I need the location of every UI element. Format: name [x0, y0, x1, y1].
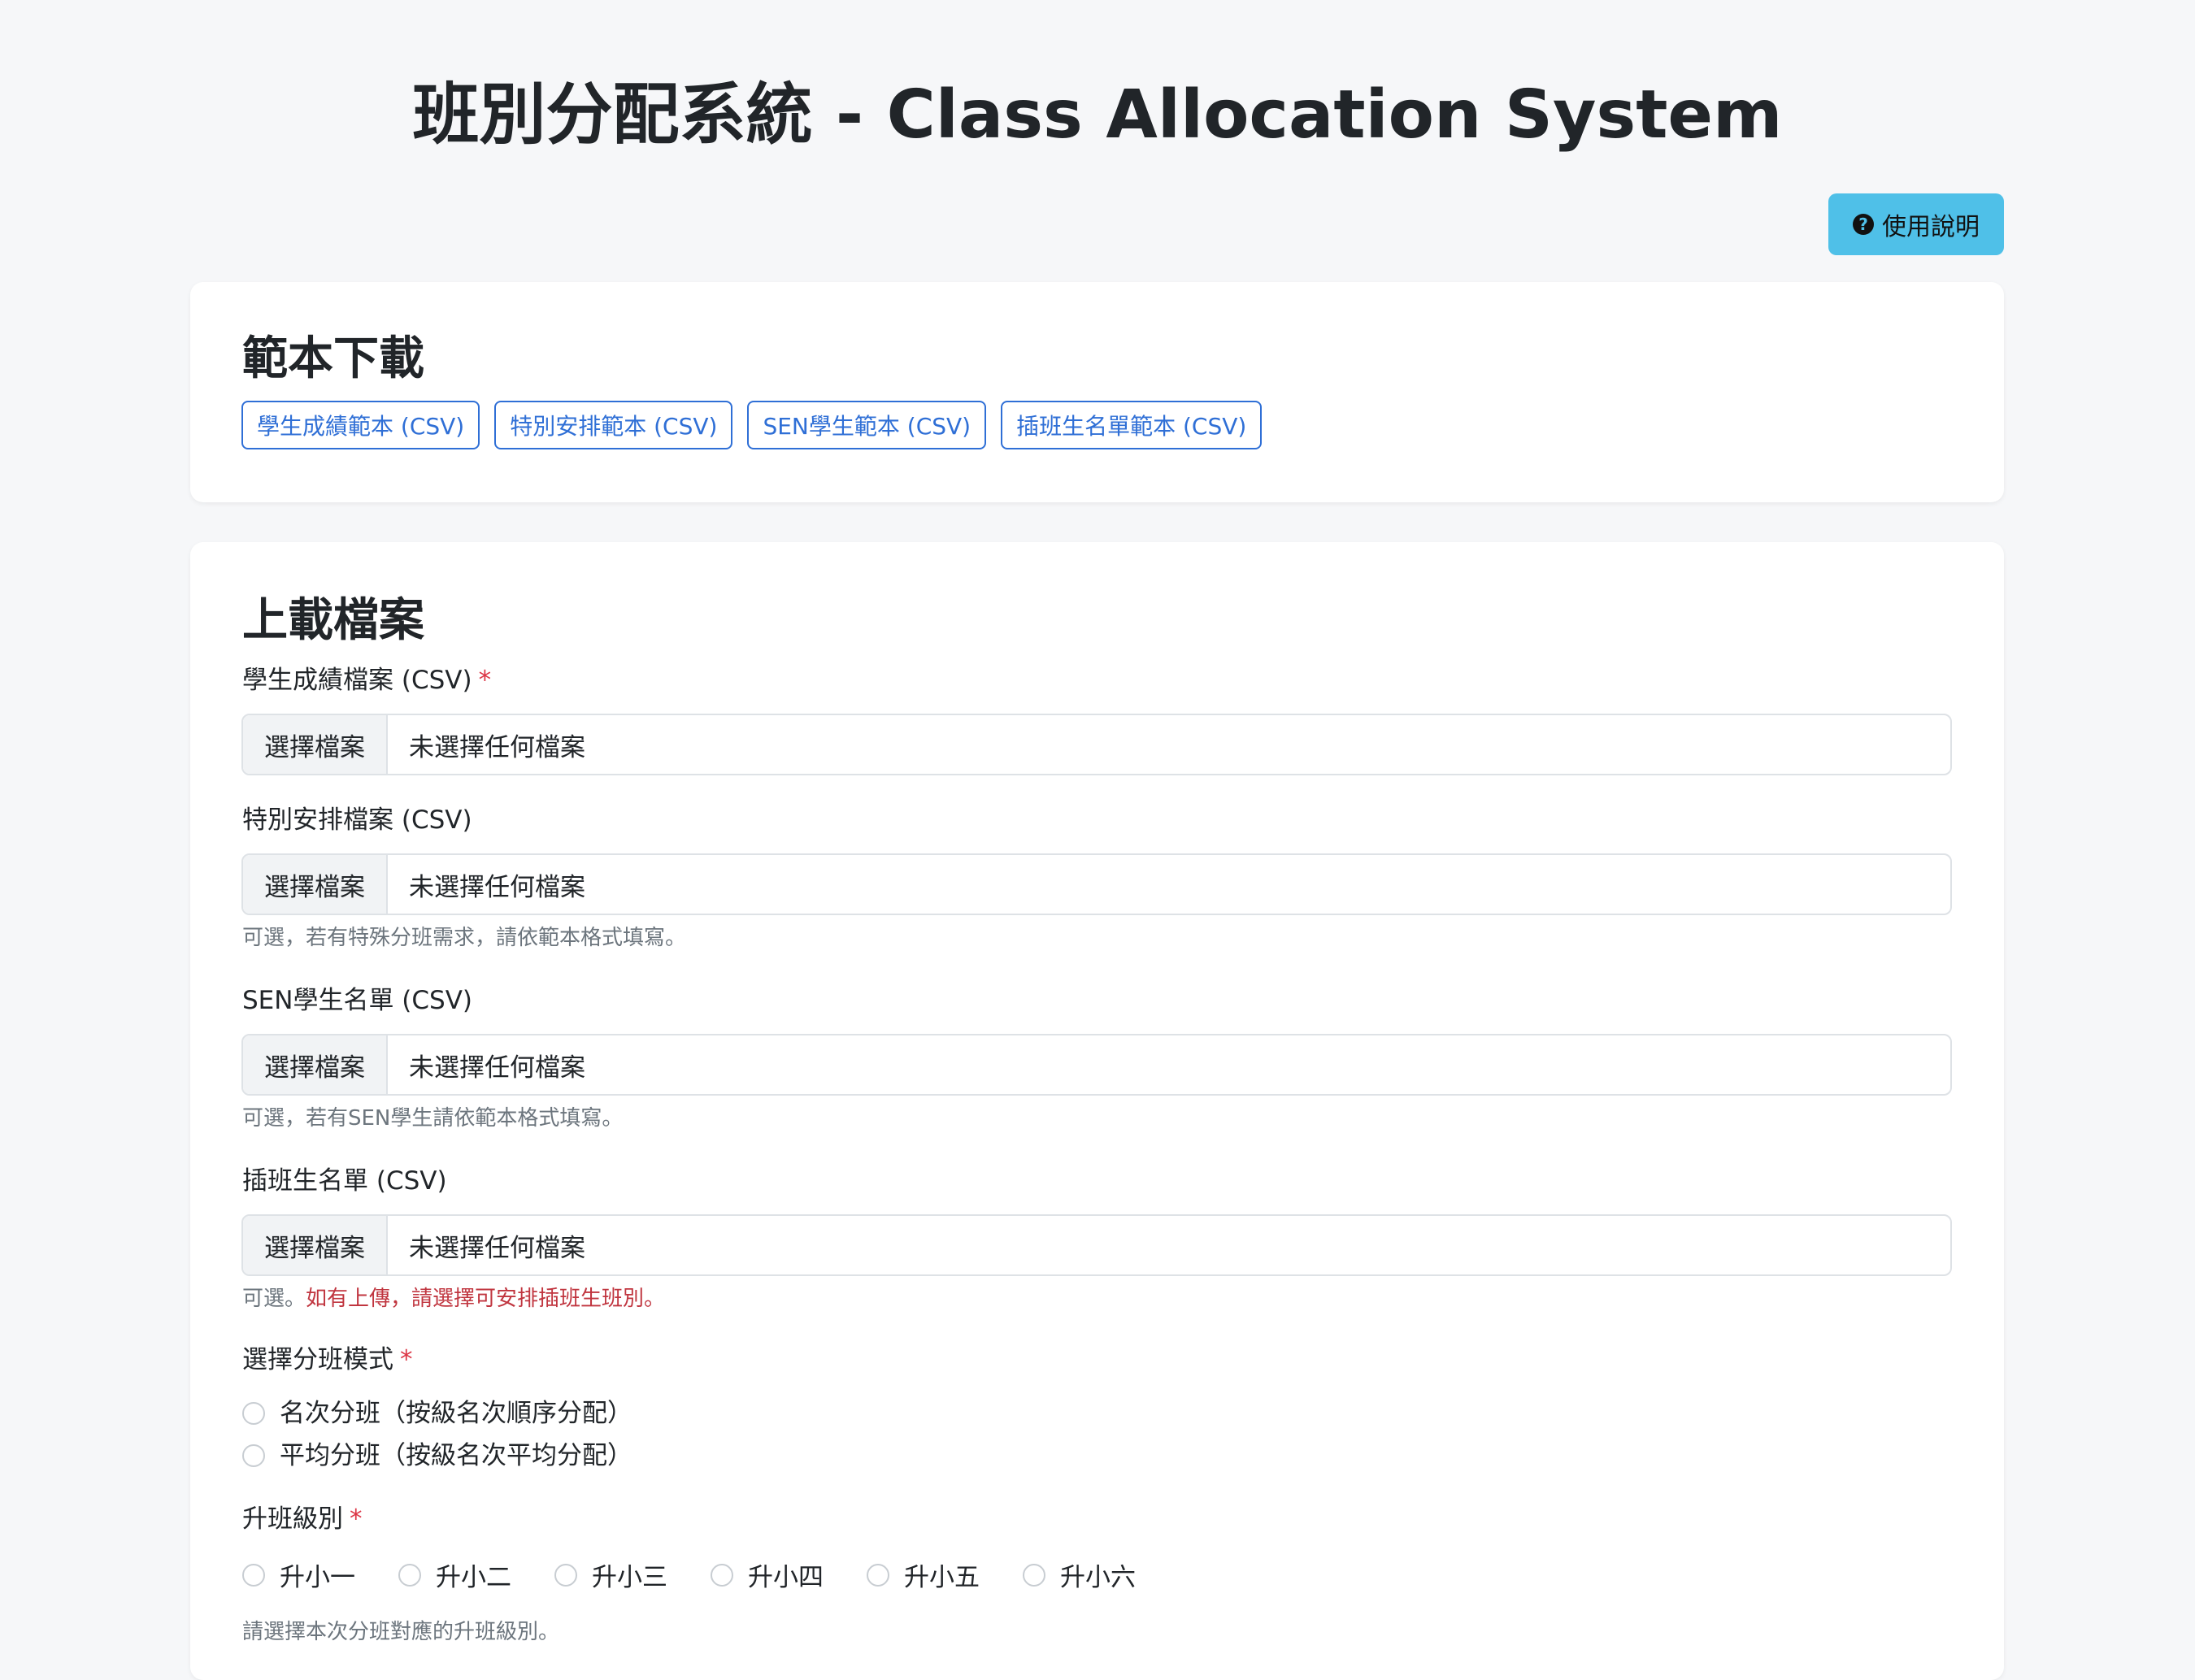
- special-file-input[interactable]: 選擇檔案 未選擇任何檔案: [241, 853, 1952, 915]
- sen-file-name: 未選擇任何檔案: [409, 1053, 585, 1083]
- sen-file-input[interactable]: 選擇檔案 未選擇任何檔案: [241, 1034, 1952, 1096]
- sen-choose-file-button[interactable]: 選擇檔案: [243, 1035, 388, 1094]
- grade-option-label: 升小六: [1060, 1563, 1136, 1592]
- transfer-choose-file-button[interactable]: 選擇檔案: [243, 1216, 388, 1274]
- question-circle-icon: ?: [1853, 214, 1874, 235]
- grade-label-text: 升班級別: [242, 1504, 343, 1534]
- grade-option-p5[interactable]: 升小五: [867, 1556, 1023, 1593]
- special-file-name: 未選擇任何檔案: [409, 872, 585, 902]
- templates-heading: 範本下載: [242, 332, 424, 385]
- radio-button[interactable]: [242, 1444, 265, 1467]
- transfer-help-warning: 如有上傳，請選擇可安排插班生班別。: [306, 1287, 666, 1311]
- mode-option-rank[interactable]: 名次分班（按級名次順序分配）: [242, 1397, 632, 1430]
- templates-card: 範本下載 學生成績範本 (CSV) 特別安排範本 (CSV) SEN學生範本 (…: [190, 282, 2004, 502]
- radio-button[interactable]: [1023, 1563, 1045, 1587]
- sen-file-label: SEN學生名單 (CSV): [242, 986, 473, 1015]
- grade-option-label: 升小五: [904, 1563, 980, 1592]
- scores-file-input[interactable]: 選擇檔案 未選擇任何檔案: [241, 714, 1952, 775]
- grade-option-p3[interactable]: 升小三: [554, 1556, 711, 1593]
- help-button[interactable]: ? 使用說明: [1828, 193, 2004, 255]
- required-mark: *: [350, 1504, 363, 1534]
- transfer-help-prefix: 可選。: [242, 1287, 306, 1311]
- sen-help-text: 可選，若有SEN學生請依範本格式填寫。: [242, 1106, 624, 1131]
- grade-option-label: 升小三: [592, 1563, 667, 1592]
- radio-button[interactable]: [398, 1563, 421, 1587]
- special-help-text: 可選，若有特殊分班需求，請依範本格式填寫。: [242, 926, 687, 950]
- radio-button[interactable]: [242, 1563, 265, 1587]
- mode-label-text: 選擇分班模式: [242, 1345, 393, 1374]
- upload-heading: 上載檔案: [242, 594, 424, 647]
- upload-card: 上載檔案 學生成績檔案 (CSV) * 選擇檔案 未選擇任何檔案 特別安排檔案 (…: [190, 542, 2004, 1680]
- special-choose-file-button[interactable]: 選擇檔案: [243, 855, 388, 914]
- grade-option-label: 升小四: [748, 1563, 824, 1592]
- template-buttons: 學生成績範本 (CSV) 特別安排範本 (CSV) SEN學生範本 (CSV) …: [241, 401, 1263, 449]
- grade-help-text: 請選擇本次分班對應的升班級別。: [242, 1620, 560, 1644]
- help-button-label: 使用說明: [1882, 213, 1980, 241]
- download-transfer-template-button[interactable]: 插班生名單範本 (CSV): [1001, 401, 1263, 449]
- download-scores-template-button[interactable]: 學生成績範本 (CSV): [241, 401, 480, 449]
- grade-option-label: 升小二: [436, 1563, 511, 1592]
- transfer-file-name: 未選擇任何檔案: [409, 1233, 585, 1263]
- transfer-file-label: 插班生名單 (CSV): [242, 1166, 447, 1196]
- grade-option-p2[interactable]: 升小二: [398, 1556, 554, 1593]
- grade-option-label: 升小一: [280, 1563, 355, 1592]
- radio-button[interactable]: [554, 1563, 577, 1587]
- download-special-template-button[interactable]: 特別安排範本 (CSV): [494, 401, 733, 449]
- special-file-label: 特別安排檔案 (CSV): [242, 805, 472, 835]
- mode-option-average[interactable]: 平均分班（按級名次平均分配）: [242, 1439, 632, 1472]
- grade-options: 升小一 升小二 升小三 升小四 升小五 升小六: [242, 1556, 1179, 1593]
- grade-option-p1[interactable]: 升小一: [242, 1556, 398, 1593]
- transfer-file-input[interactable]: 選擇檔案 未選擇任何檔案: [241, 1214, 1952, 1276]
- mode-label: 選擇分班模式 *: [242, 1344, 413, 1376]
- radio-button[interactable]: [242, 1402, 265, 1425]
- scores-choose-file-button[interactable]: 選擇檔案: [243, 715, 388, 774]
- required-mark: *: [400, 1345, 413, 1374]
- grade-option-p6[interactable]: 升小六: [1023, 1556, 1179, 1593]
- radio-button[interactable]: [867, 1563, 889, 1587]
- mode-option-label: 平均分班（按級名次平均分配）: [280, 1441, 632, 1470]
- radio-button[interactable]: [711, 1563, 733, 1587]
- grade-label: 升班級別 *: [242, 1503, 363, 1535]
- transfer-help-text: 可選。如有上傳，請選擇可安排插班生班別。: [242, 1285, 665, 1313]
- download-sen-template-button[interactable]: SEN學生範本 (CSV): [747, 401, 987, 449]
- grade-option-p4[interactable]: 升小四: [711, 1556, 867, 1593]
- required-mark: *: [478, 666, 492, 695]
- scores-file-name: 未選擇任何檔案: [409, 732, 585, 762]
- mode-option-label: 名次分班（按級名次順序分配）: [280, 1399, 632, 1428]
- scores-file-label: 學生成績檔案 (CSV) *: [242, 664, 491, 697]
- scores-file-label-text: 學生成績檔案 (CSV): [242, 666, 472, 695]
- page-title: 班別分配系統 - Class Allocation System: [412, 76, 1783, 154]
